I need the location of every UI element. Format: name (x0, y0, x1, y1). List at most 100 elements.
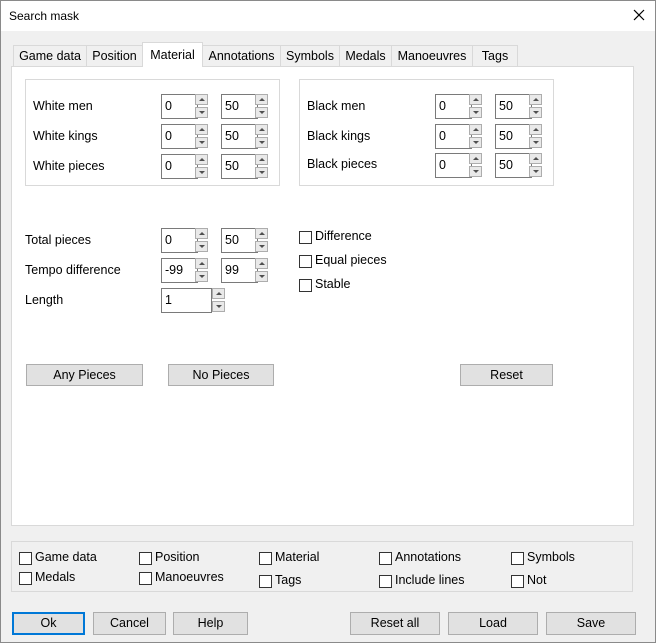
length-spinner[interactable]: 1 (161, 288, 225, 313)
tab-material[interactable]: Material (142, 42, 203, 67)
checkbox-square[interactable] (19, 552, 32, 565)
spin-up-icon[interactable] (195, 94, 208, 105)
save-button[interactable]: Save (546, 612, 636, 635)
white-pieces-min-input[interactable]: 0 (161, 154, 198, 179)
black-men-min-spinner[interactable]: 0 (435, 94, 483, 119)
spin-up-icon[interactable] (255, 154, 268, 165)
checkbox-square[interactable] (259, 575, 272, 588)
black-pieces-min-spinner[interactable]: 0 (435, 153, 483, 178)
spin-down-icon[interactable] (255, 241, 268, 252)
black-men-max-spinner[interactable]: 50 (495, 94, 543, 119)
checkbox-square[interactable] (139, 572, 152, 585)
tempo-difference-max-input[interactable]: 99 (221, 258, 258, 283)
spin-up-icon[interactable] (469, 153, 482, 164)
white-kings-min-input[interactable]: 0 (161, 124, 198, 149)
spin-down-icon[interactable] (529, 107, 542, 118)
help-button[interactable]: Help (173, 612, 248, 635)
spin-down-icon[interactable] (195, 137, 208, 148)
spin-down-icon[interactable] (255, 137, 268, 148)
black-kings-max-spinner[interactable]: 50 (495, 124, 543, 149)
spin-up-icon[interactable] (469, 124, 482, 135)
spin-down-icon[interactable] (255, 107, 268, 118)
white-pieces-max-spinner[interactable]: 50 (221, 154, 269, 179)
spin-down-icon[interactable] (195, 107, 208, 118)
spin-up-icon[interactable] (195, 228, 208, 239)
checkbox-square[interactable] (299, 255, 312, 268)
spin-down-icon[interactable] (195, 241, 208, 252)
ok-button[interactable]: Ok (12, 612, 85, 635)
load-button[interactable]: Load (448, 612, 538, 635)
checkbox-square[interactable] (511, 575, 524, 588)
black-pieces-min-input[interactable]: 0 (435, 153, 472, 178)
spin-down-icon[interactable] (195, 167, 208, 178)
spin-up-icon[interactable] (529, 94, 542, 105)
total-pieces-min-spinner[interactable]: 0 (161, 228, 209, 253)
black-men-min-input[interactable]: 0 (435, 94, 472, 119)
black-pieces-max-input[interactable]: 50 (495, 153, 532, 178)
checkbox-square[interactable] (379, 552, 392, 565)
spin-up-icon[interactable] (255, 258, 268, 269)
white-men-max-spinner[interactable]: 50 (221, 94, 269, 119)
spin-down-icon[interactable] (529, 166, 542, 177)
spin-down-icon[interactable] (255, 167, 268, 178)
spin-down-icon[interactable] (212, 301, 225, 312)
spin-down-icon[interactable] (469, 107, 482, 118)
checkbox-square[interactable] (299, 279, 312, 292)
spin-up-icon[interactable] (469, 94, 482, 105)
spin-up-icon[interactable] (255, 124, 268, 135)
checkbox-square[interactable] (299, 231, 312, 244)
checkbox-square[interactable] (259, 552, 272, 565)
spin-down-icon[interactable] (529, 137, 542, 148)
checkbox-square[interactable] (511, 552, 524, 565)
tempo-difference-min-spinner[interactable]: -99 (161, 258, 209, 283)
no-pieces-button[interactable]: No Pieces (168, 364, 274, 386)
black-men-max-input[interactable]: 50 (495, 94, 532, 119)
reset-button[interactable]: Reset (460, 364, 553, 386)
white-kings-max-spinner[interactable]: 50 (221, 124, 269, 149)
white-men-max-input[interactable]: 50 (221, 94, 258, 119)
checkbox-square[interactable] (19, 572, 32, 585)
tempo-difference-max-spinner[interactable]: 99 (221, 258, 269, 283)
tab-tags[interactable]: Tags (472, 45, 518, 66)
black-kings-min-spinner[interactable]: 0 (435, 124, 483, 149)
tab-manoeuvres[interactable]: Manoeuvres (391, 45, 473, 66)
length-input[interactable]: 1 (161, 288, 212, 313)
spin-up-icon[interactable] (195, 154, 208, 165)
total-pieces-max-input[interactable]: 50 (221, 228, 258, 253)
tab-symbols[interactable]: Symbols (280, 45, 340, 66)
tab-game-data[interactable]: Game data (13, 45, 87, 66)
black-kings-max-input[interactable]: 50 (495, 124, 532, 149)
spin-up-icon[interactable] (255, 228, 268, 239)
black-pieces-max-spinner[interactable]: 50 (495, 153, 543, 178)
tab-medals[interactable]: Medals (339, 45, 392, 66)
spin-up-icon[interactable] (529, 124, 542, 135)
close-icon[interactable] (630, 6, 648, 24)
total-pieces-max-spinner[interactable]: 50 (221, 228, 269, 253)
white-men-min-spinner[interactable]: 0 (161, 94, 209, 119)
white-kings-min-spinner[interactable]: 0 (161, 124, 209, 149)
checkbox-square[interactable] (139, 552, 152, 565)
checkbox-square[interactable] (379, 575, 392, 588)
white-kings-max-input[interactable]: 50 (221, 124, 258, 149)
spin-up-icon[interactable] (195, 258, 208, 269)
spin-up-icon[interactable] (195, 124, 208, 135)
black-kings-min-input[interactable]: 0 (435, 124, 472, 149)
spin-up-icon[interactable] (529, 153, 542, 164)
white-pieces-max-input[interactable]: 50 (221, 154, 258, 179)
white-pieces-min-spinner[interactable]: 0 (161, 154, 209, 179)
cancel-button[interactable]: Cancel (93, 612, 166, 635)
reset-all-button[interactable]: Reset all (350, 612, 440, 635)
tab-position[interactable]: Position (86, 45, 143, 66)
spin-down-icon[interactable] (195, 271, 208, 282)
total-pieces-min-input[interactable]: 0 (161, 228, 198, 253)
spin-down-icon[interactable] (469, 166, 482, 177)
tab-annotations[interactable]: Annotations (202, 45, 281, 66)
tempo-difference-min-input[interactable]: -99 (161, 258, 198, 283)
spin-up-icon[interactable] (255, 94, 268, 105)
any-pieces-button[interactable]: Any Pieces (26, 364, 143, 386)
black-pieces-label: Black pieces (307, 157, 378, 171)
spin-down-icon[interactable] (469, 137, 482, 148)
white-men-min-input[interactable]: 0 (161, 94, 198, 119)
spin-up-icon[interactable] (212, 288, 225, 299)
spin-down-icon[interactable] (255, 271, 268, 282)
